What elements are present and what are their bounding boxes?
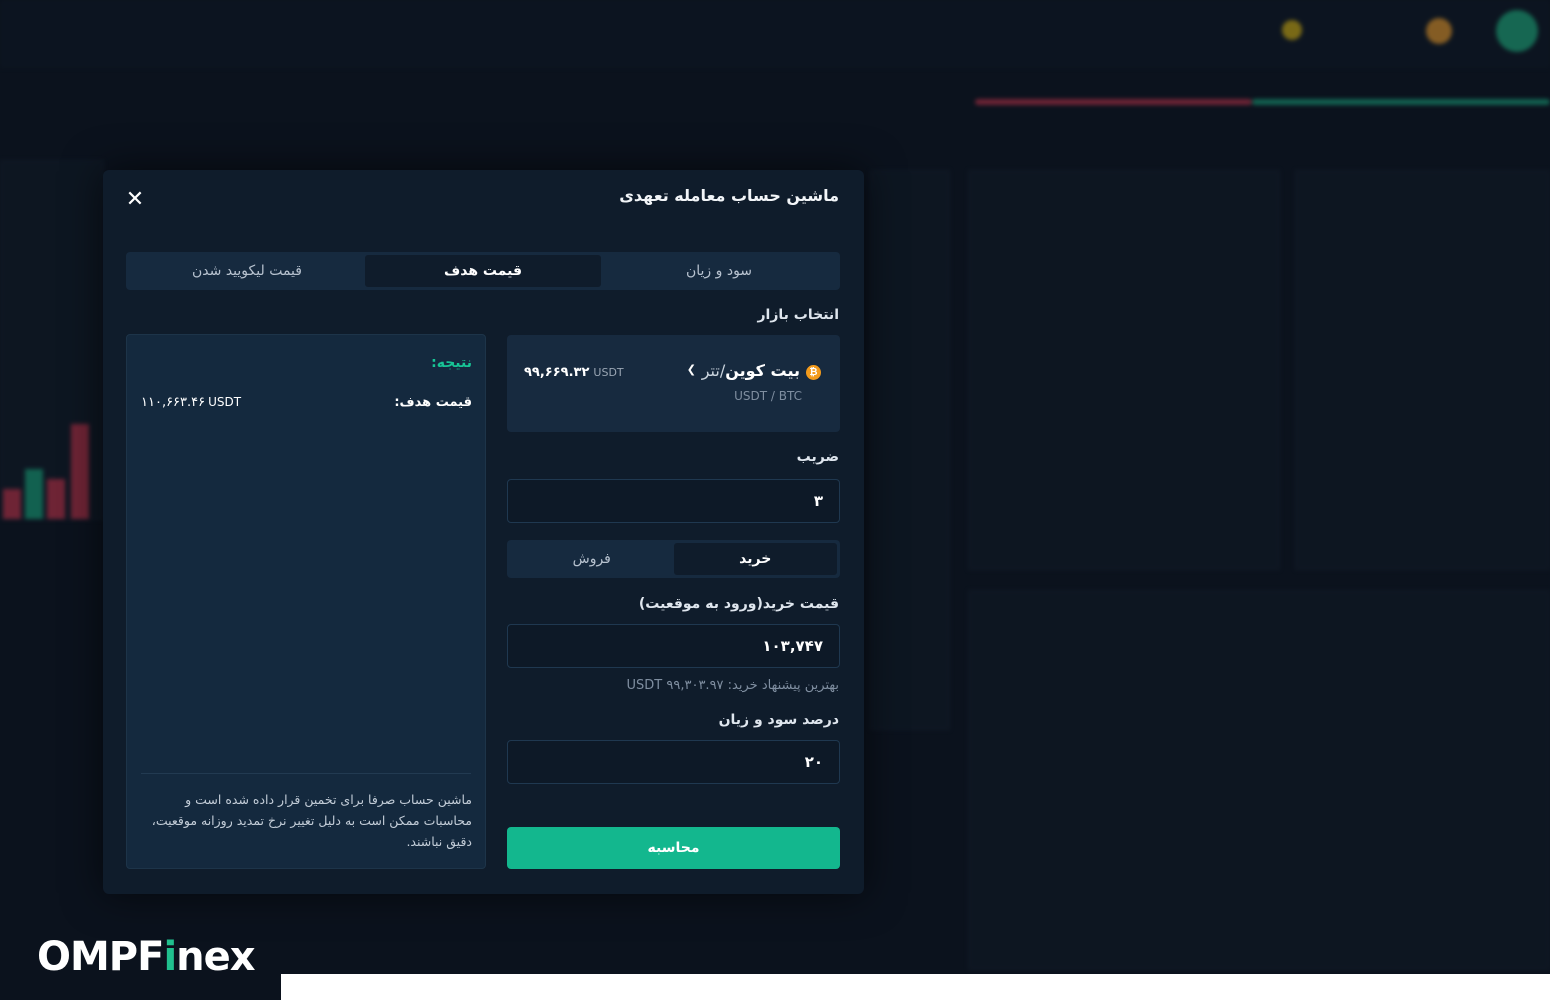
- market-pair: USDT / BTC: [734, 389, 802, 403]
- modal-title: ماشین حساب معامله تعهدی: [619, 186, 839, 205]
- result-target-value: ۱۱۰,۶۶۳.۴۶ USDT: [141, 395, 242, 410]
- background-orderbook: [968, 170, 1280, 570]
- tab-liquidation-price[interactable]: قیمت لیکویید شدن: [129, 255, 365, 287]
- brand-logo: OMPFinex: [37, 934, 256, 980]
- calculator-tabs: سود و زیان قیمت هدف قیمت لیکویید شدن: [126, 252, 840, 290]
- background-depth: [870, 170, 950, 730]
- bitcoin-icon: ₿: [806, 365, 821, 380]
- market-select[interactable]: ₿ بیت کوین/تتر ❯ USDT / BTC ۹۹,۶۶۹.۳۲ USD…: [507, 335, 840, 432]
- market-name: بیت کوین/تتر: [701, 361, 800, 380]
- background-trades: [1295, 170, 1550, 570]
- background-logo: [1496, 10, 1538, 52]
- pnl-percent-label: درصد سود و زیان: [718, 712, 839, 728]
- entry-price-label: قیمت خرید(ورود به موقعیت): [638, 596, 839, 612]
- background-order-form: [968, 590, 1550, 970]
- background-chart: [0, 160, 104, 520]
- leverage-label: ضریب: [796, 449, 839, 465]
- result-divider: [141, 773, 471, 774]
- close-icon[interactable]: ✕: [123, 188, 147, 212]
- leverage-input[interactable]: ۳: [507, 479, 840, 523]
- best-offer-hint: بهترین پیشنهاد خرید: ۹۹,۳۰۳.۹۷ USDT: [626, 678, 839, 693]
- calculate-button[interactable]: محاسبه: [507, 827, 840, 869]
- market-price: ۹۹,۶۶۹.۳۲ USDT: [524, 365, 624, 380]
- margin-calculator-modal: ماشین حساب معامله تعهدی ✕ سود و زیان قیم…: [103, 170, 864, 894]
- side-toggle: خرید فروش: [507, 540, 840, 578]
- result-title: نتیجه:: [431, 355, 472, 371]
- buy-button[interactable]: خرید: [673, 543, 837, 575]
- tab-target-price[interactable]: قیمت هدف: [365, 255, 601, 287]
- chevron-down-icon[interactable]: ❯: [687, 363, 696, 376]
- market-select-label: انتخاب بازار: [757, 307, 840, 323]
- result-target-row: قیمت هدف: ۱۱۰,۶۶۳.۴۶ USDT: [141, 395, 472, 413]
- background-coin-icon: [1426, 18, 1452, 44]
- sell-button[interactable]: فروش: [510, 543, 674, 575]
- entry-price-input[interactable]: ۱۰۳,۷۴۷: [507, 624, 840, 668]
- result-disclaimer: ماشین حساب صرفا برای تخمین قرار داده شده…: [151, 792, 472, 849]
- background-ratio-red: [975, 99, 1252, 105]
- background-ratio-green: [1252, 99, 1550, 105]
- footer-strip: [281, 974, 1550, 1000]
- background-theme-icon: [1282, 20, 1302, 40]
- background-header: [0, 0, 1550, 68]
- pnl-percent-value: ۲۰: [804, 753, 823, 771]
- pnl-percent-input[interactable]: ۲۰: [507, 740, 840, 784]
- leverage-value: ۳: [813, 492, 823, 510]
- result-target-label: قیمت هدف:: [394, 395, 472, 410]
- tab-profit-loss[interactable]: سود و زیان: [601, 255, 837, 287]
- entry-price-value: ۱۰۳,۷۴۷: [762, 637, 823, 655]
- result-panel: نتیجه: قیمت هدف: ۱۱۰,۶۶۳.۴۶ USDT ماشین حس…: [126, 334, 486, 869]
